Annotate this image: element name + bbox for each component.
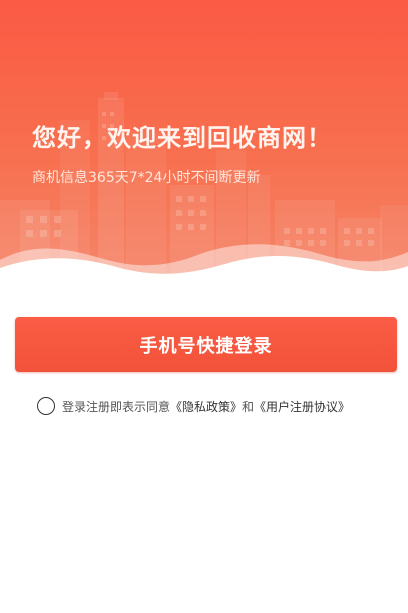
agreement-row: 登录注册即表示同意 《隐私政策》 和 《用户注册协议》 [37,395,350,417]
agreement-prefix-text: 登录注册即表示同意 [62,399,171,414]
hero-wave-divider [0,244,408,285]
user-agreement-link[interactable]: 《用户注册协议》 [254,398,350,415]
agree-checkbox[interactable] [37,397,55,415]
privacy-policy-link[interactable]: 《隐私政策》 [170,398,242,415]
login-page: 您好，欢迎来到回收商网！ 商机信息365天7*24小时不间断更新 手机号快捷登录… [0,0,408,613]
phone-quick-login-button[interactable]: 手机号快捷登录 [15,317,397,372]
welcome-subtitle: 商机信息365天7*24小时不间断更新 [32,170,261,186]
agreement-conjunction-text: 和 [242,399,255,414]
hero-banner: 您好，欢迎来到回收商网！ 商机信息365天7*24小时不间断更新 [0,0,408,285]
welcome-title: 您好，欢迎来到回收商网！ [32,124,332,152]
